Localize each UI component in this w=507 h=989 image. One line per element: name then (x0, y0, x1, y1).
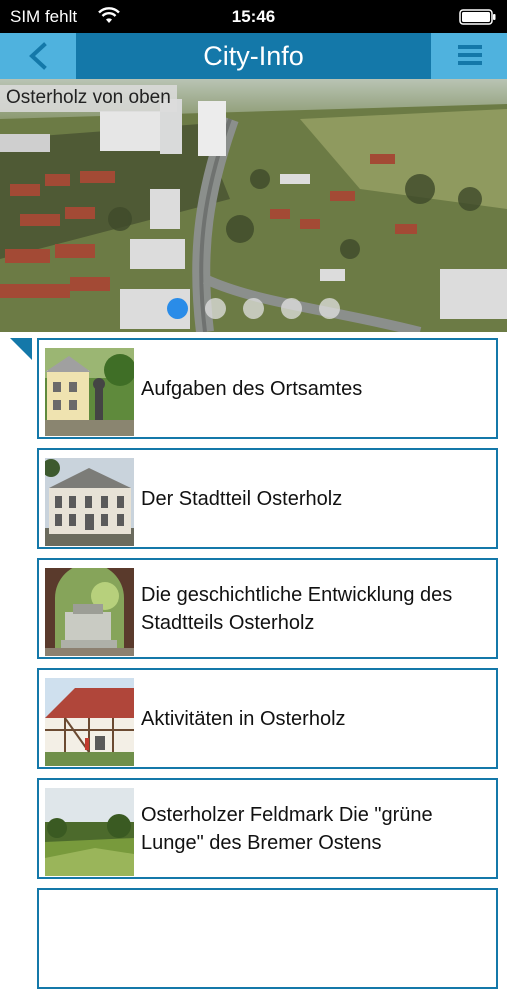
slide-dot-2[interactable] (205, 298, 226, 319)
slide-indicator (0, 298, 507, 320)
list-item-label: Osterholzer Feldmark Die "grüne Lunge" d… (141, 803, 433, 854)
list-item-label: Aufgaben des Ortsamtes (141, 377, 363, 400)
status-bar: SIM fehlt 15:46 (0, 0, 507, 33)
thumbnail (45, 678, 134, 766)
navigation-bar: City-Info (0, 33, 507, 79)
menu-button[interactable] (431, 33, 507, 79)
back-button[interactable] (0, 33, 76, 79)
thumbnail (45, 348, 134, 436)
slide-dot-5[interactable] (319, 298, 340, 319)
corner-marker (10, 338, 32, 360)
list-item[interactable] (37, 888, 498, 989)
list-item-label: Die geschichtliche Entwicklung des Stadt… (141, 583, 453, 634)
hero-slideshow[interactable]: Osterholz von oben (0, 79, 507, 332)
battery-icon (459, 9, 496, 25)
slide-dot-4[interactable] (281, 298, 302, 319)
hero-image (0, 79, 507, 332)
hamburger-menu-icon (458, 45, 482, 65)
list-item-label: Der Stadtteil Osterholz (141, 487, 343, 510)
slide-dot-1[interactable] (167, 298, 188, 319)
slide-dot-3[interactable] (243, 298, 264, 319)
list-item[interactable]: Osterholzer Feldmark Die "grüne Lunge" d… (37, 778, 498, 879)
list-item[interactable]: Die geschichtliche Entwicklung des Stadt… (37, 558, 498, 659)
thumbnail (45, 788, 134, 876)
chevron-left-icon (29, 42, 47, 70)
clock-time: 15:46 (231, 7, 276, 26)
list-item[interactable]: Der Stadtteil Osterholz (37, 448, 498, 549)
thumbnail (45, 458, 134, 546)
info-list: Aufgaben des Ortsamtes Der Stadtteil Ost… (0, 332, 507, 989)
page-title: City-Info (203, 41, 304, 71)
list-item[interactable]: Aktivitäten in Osterholz (37, 668, 498, 769)
hero-caption: Osterholz von oben (0, 85, 177, 112)
list-item-label: Aktivitäten in Osterholz (141, 707, 346, 730)
thumbnail (45, 568, 134, 656)
list-item[interactable]: Aufgaben des Ortsamtes (37, 338, 498, 439)
